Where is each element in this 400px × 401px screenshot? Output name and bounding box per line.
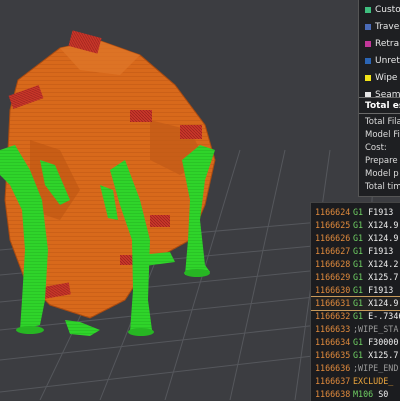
gcode-line[interactable]: 1166636 ;WIPE_END [311,362,400,375]
stat-cost: Cost: [365,143,387,153]
gcode-line[interactable]: 1166633 ;WIPE_STA [311,323,400,336]
gcode-line[interactable]: 1166625 G1 X124.9 [311,219,400,232]
gcode-line[interactable]: 1166630 G1 F1913 [311,284,400,297]
stat-model-filament: Model Fil [365,130,400,140]
gcode-line[interactable]: 1166637 EXCLUDE_ [311,375,400,388]
swatch-icon [365,6,371,13]
stat-total-time: Total tim [365,182,400,192]
gcode-line[interactable]: 1166627 G1 F1913 [311,245,400,258]
gcode-line[interactable]: 1166635 G1 X125.7 [311,349,400,362]
swatch-icon [365,74,371,81]
stats-divider [359,113,400,114]
stat-total-filament: Total Fila [365,117,400,127]
legend-panel: Custo Trave Retra Unret Wipe Seam Total … [358,0,400,197]
legend-item-travel[interactable]: Trave [365,20,399,34]
gcode-line[interactable]: 1166626 G1 X124.9 [311,232,400,245]
stat-model-print: Model p [365,169,399,179]
gcode-viewer[interactable]: 1166624 G1 F1913 1166625 G1 X124.9 1166626… [310,202,400,401]
gcode-line[interactable]: 1166624 G1 F1913 [311,206,400,219]
swatch-icon [365,23,371,30]
swatch-icon [365,40,371,47]
gcode-line[interactable]: 1166638 M106 S0 [311,388,400,401]
stat-prepare: Prepare [365,156,398,166]
gcode-line-current[interactable]: 1166631 G1 X124.9 [311,296,400,311]
stats-header: Total est [365,101,400,111]
gcode-line[interactable]: 1166634 G1 F30000 [311,336,400,349]
gcode-line[interactable]: 1166632 G1 E-.7346 [311,310,400,323]
legend-item-unretract[interactable]: Unret [365,54,400,68]
legend-item-wipe[interactable]: Wipe [365,71,397,85]
legend-item-custom[interactable]: Custo [365,3,400,17]
legend-divider [359,97,400,98]
legend-item-retract[interactable]: Retra [365,37,399,51]
gcode-line[interactable]: 1166628 G1 X124.2 [311,258,400,271]
gcode-line[interactable]: 1166629 G1 X125.7 [311,271,400,284]
swatch-icon [365,57,371,64]
